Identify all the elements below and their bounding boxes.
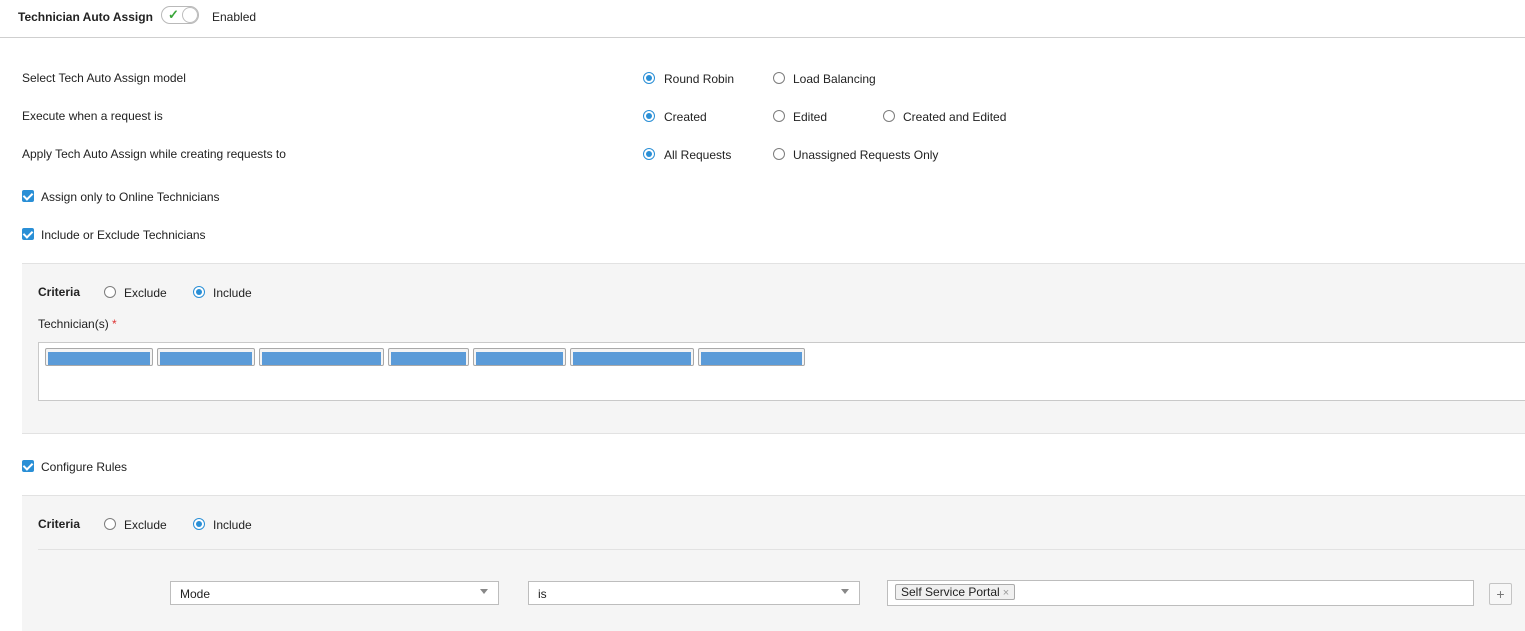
toggle-knob (182, 7, 198, 23)
add-rule-button[interactable]: + (1489, 583, 1512, 605)
configure-rules-checkbox[interactable] (22, 460, 34, 472)
rule-operator-select[interactable]: is (528, 581, 860, 605)
radio-edited-label[interactable]: Edited (793, 110, 827, 124)
required-mark: * (112, 317, 117, 331)
execute-label: Execute when a request is (22, 109, 163, 123)
radio-all-requests-label[interactable]: All Requests (664, 148, 731, 162)
include-exclude-label[interactable]: Include or Exclude Technicians (41, 228, 206, 242)
value-tag: Self Service Portal × (895, 584, 1016, 600)
radio-created-and-edited[interactable] (883, 110, 895, 122)
technician-chip[interactable] (45, 348, 153, 366)
chevron-down-icon (480, 589, 488, 594)
radio-edited[interactable] (773, 110, 785, 122)
chevron-down-icon (841, 589, 849, 594)
rules-radio-include[interactable] (193, 518, 205, 530)
apply-label: Apply Tech Auto Assign while creating re… (22, 147, 286, 161)
rules-criteria-panel (22, 495, 1525, 631)
technicians-multiselect[interactable] (38, 342, 1525, 401)
radio-created-label[interactable]: Created (664, 110, 707, 124)
toggle-status-label: Enabled (212, 10, 257, 24)
value-tag-label: Self Service Portal (901, 585, 1000, 599)
configure-rules-label[interactable]: Configure Rules (41, 460, 127, 474)
technician-chip[interactable] (698, 348, 805, 366)
technician-chip[interactable] (473, 348, 566, 366)
radio-unassigned-only[interactable] (773, 148, 785, 160)
rules-radio-include-label[interactable]: Include (213, 518, 252, 532)
radio-round-robin[interactable] (643, 72, 655, 84)
tech-radio-exclude[interactable] (104, 286, 116, 298)
tech-criteria-label: Criteria (38, 285, 81, 299)
tech-radio-include[interactable] (193, 286, 205, 298)
model-label: Select Tech Auto Assign model (22, 71, 186, 85)
rules-radio-exclude[interactable] (104, 518, 116, 530)
tech-radio-exclude-label[interactable]: Exclude (124, 286, 167, 300)
page-title: Technician Auto Assign (18, 10, 153, 24)
online-only-checkbox[interactable] (22, 190, 34, 202)
technicians-field-label: Technician(s) * (38, 317, 117, 331)
remove-tag-icon[interactable]: × (1003, 587, 1009, 599)
technician-chip[interactable] (259, 348, 384, 366)
radio-created[interactable] (643, 110, 655, 122)
tech-radio-include-label[interactable]: Include (213, 286, 252, 300)
auto-assign-toggle[interactable]: ✓ (161, 6, 199, 24)
rule-operator-value: is (538, 587, 547, 601)
rule-value-input[interactable]: Self Service Portal × (887, 580, 1474, 606)
technician-chip[interactable] (157, 348, 255, 366)
rules-criteria-label: Criteria (38, 517, 81, 531)
include-exclude-checkbox[interactable] (22, 228, 34, 240)
online-only-label[interactable]: Assign only to Online Technicians (41, 190, 220, 204)
rule-field-select[interactable]: Mode (170, 581, 499, 605)
radio-load-balancing-label[interactable]: Load Balancing (793, 72, 876, 86)
rule-field-value: Mode (180, 587, 211, 601)
radio-unassigned-only-label[interactable]: Unassigned Requests Only (793, 148, 938, 162)
radio-all-requests[interactable] (643, 148, 655, 160)
page-header: Technician Auto Assign ✓ Enabled (0, 0, 1525, 38)
radio-round-robin-label[interactable]: Round Robin (664, 72, 734, 86)
rules-divider (38, 549, 1525, 550)
rules-radio-exclude-label[interactable]: Exclude (124, 518, 167, 532)
technician-chip[interactable] (388, 348, 469, 366)
radio-created-and-edited-label[interactable]: Created and Edited (903, 110, 1006, 124)
technician-chip[interactable] (570, 348, 694, 366)
check-icon: ✓ (168, 7, 179, 22)
radio-load-balancing[interactable] (773, 72, 785, 84)
